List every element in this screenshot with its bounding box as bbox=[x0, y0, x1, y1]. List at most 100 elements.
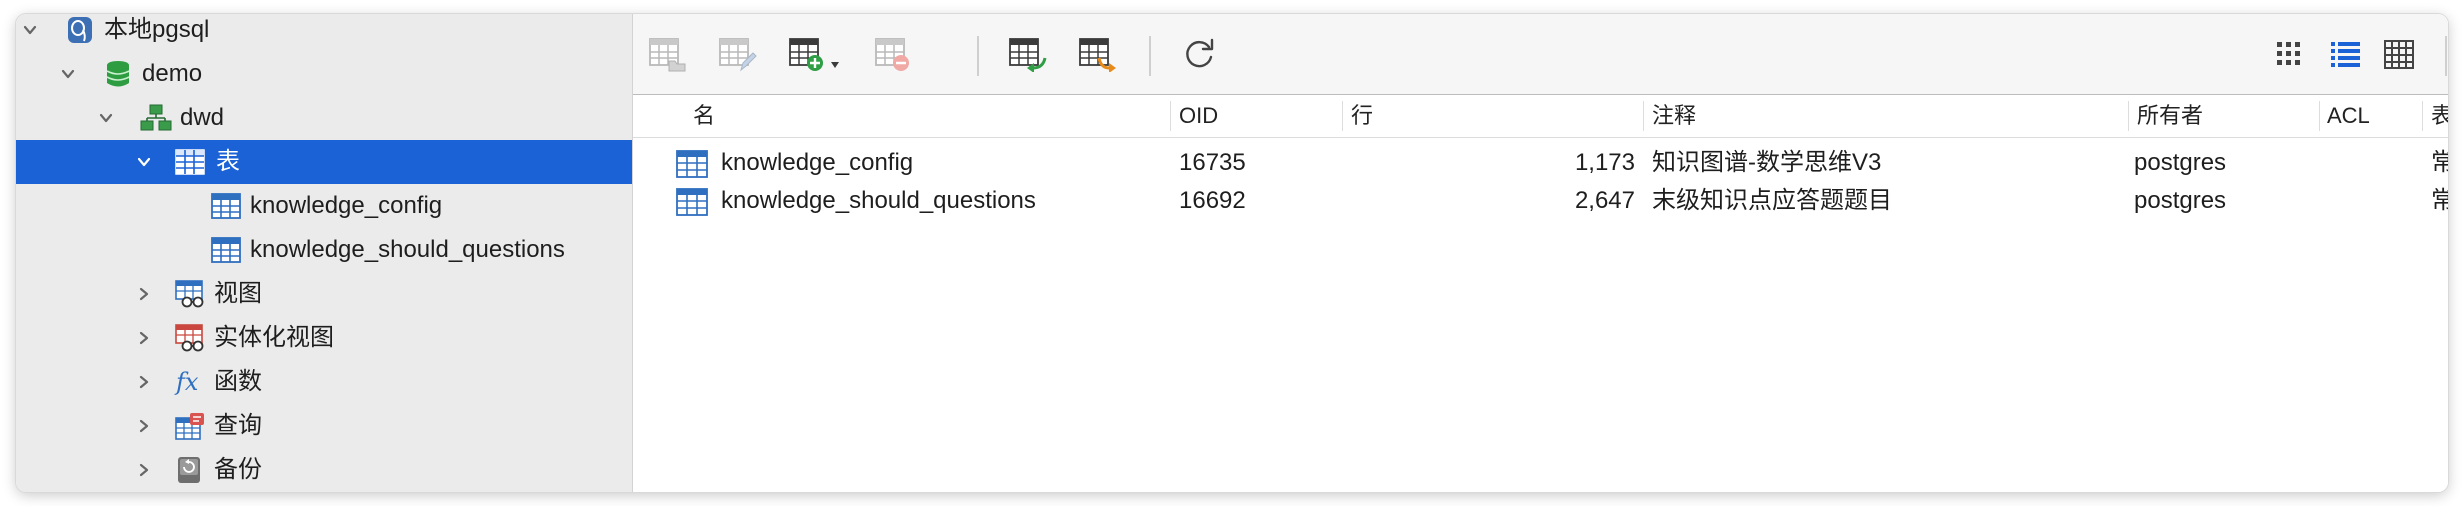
toolbar-separator bbox=[977, 36, 979, 76]
table-row[interactable]: knowledge_should_questions 16692 2,647 末… bbox=[633, 182, 2448, 220]
column-header-comment[interactable]: 注释 bbox=[1652, 95, 1696, 137]
cell-comment: 末级知识点应答题题目 bbox=[1652, 187, 1892, 214]
column-divider[interactable] bbox=[1643, 101, 1644, 131]
list-view-icon bbox=[2331, 42, 2360, 67]
views-group-label: 视图 bbox=[214, 280, 262, 307]
table-icon bbox=[210, 192, 242, 220]
chevron-down-icon[interactable] bbox=[21, 21, 39, 39]
tree-item-table[interactable]: knowledge_should_questions bbox=[16, 228, 632, 272]
table-icon bbox=[210, 236, 242, 264]
table-label: knowledge_config bbox=[250, 192, 443, 219]
table-label: knowledge_should_questions bbox=[250, 236, 565, 263]
tree-item-tables-group[interactable]: 表 bbox=[16, 140, 632, 184]
queries-group-label: 查询 bbox=[214, 412, 262, 439]
materialized-view-icon bbox=[174, 324, 206, 352]
design-table-icon bbox=[719, 38, 757, 72]
schema-label: dwd bbox=[180, 104, 225, 131]
chevron-right-icon[interactable] bbox=[135, 373, 153, 391]
query-icon bbox=[174, 412, 206, 440]
cell-tablespace: 常规 bbox=[2431, 187, 2448, 214]
cell-oid: 16735 bbox=[1179, 149, 1246, 176]
database-icon bbox=[102, 60, 134, 88]
cell-rows: 1,173 bbox=[1574, 149, 1635, 176]
tree-item-views-group[interactable]: 视图 bbox=[16, 272, 632, 316]
functions-group-label: 函数 bbox=[214, 368, 262, 395]
table-icon bbox=[675, 187, 709, 217]
schema-icon bbox=[140, 104, 172, 132]
cell-oid: 16692 bbox=[1179, 187, 1246, 214]
column-header-owner[interactable]: 所有者 bbox=[2137, 95, 2203, 137]
chevron-right-icon[interactable] bbox=[135, 329, 153, 347]
column-header-acl[interactable]: ACL bbox=[2327, 95, 2370, 137]
import-wizard-button[interactable] bbox=[1007, 36, 1047, 72]
tables-group-label: 表 bbox=[216, 148, 240, 175]
tree-item-schema[interactable]: dwd bbox=[16, 96, 632, 140]
cell-owner: postgres bbox=[2134, 187, 2227, 214]
toolbar-separator bbox=[1149, 36, 1151, 76]
new-table-button[interactable] bbox=[787, 36, 843, 72]
tree-item-backups-group[interactable]: 备份 bbox=[16, 448, 632, 492]
grid-view-button[interactable] bbox=[2269, 36, 2309, 72]
detail-view-button[interactable] bbox=[2379, 36, 2419, 72]
toolbar-separator bbox=[2445, 36, 2447, 76]
column-divider[interactable] bbox=[1342, 101, 1343, 131]
cell-owner: postgres bbox=[2134, 149, 2227, 176]
cell-acl bbox=[2327, 182, 2417, 220]
table-icon bbox=[675, 149, 709, 179]
design-table-button[interactable] bbox=[717, 36, 757, 72]
tree-item-connection[interactable]: 本地pgsql bbox=[16, 14, 632, 52]
chevron-right-icon[interactable] bbox=[135, 461, 153, 479]
chevron-down-icon[interactable] bbox=[97, 109, 115, 127]
backup-icon bbox=[174, 456, 206, 484]
table-icon bbox=[174, 148, 206, 176]
materialized-views-group-label: 实体化视图 bbox=[214, 324, 334, 351]
grid-view-icon bbox=[2277, 42, 2300, 65]
cell-comment: 知识图谱-数学思维V3 bbox=[1652, 149, 1882, 176]
app-window: 本地pgsql demo dwd 表 knowledge_config know… bbox=[16, 14, 2448, 492]
refresh-icon bbox=[1186, 38, 1214, 68]
connection-label: 本地pgsql bbox=[104, 16, 210, 43]
cell-name: knowledge_config bbox=[721, 149, 914, 176]
view-icon bbox=[174, 280, 206, 308]
column-divider[interactable] bbox=[2319, 101, 2320, 131]
table-row[interactable]: knowledge_config 16735 1,173 知识图谱-数学思维V3… bbox=[633, 144, 2448, 182]
delete-table-icon bbox=[875, 38, 909, 71]
new-table-icon bbox=[789, 38, 839, 71]
detail-view-icon bbox=[2384, 40, 2414, 69]
object-list-pane: 名 OID 行 注释 所有者 ACL 表空 knowledge_con bbox=[633, 14, 2448, 492]
export-wizard-button[interactable] bbox=[1077, 36, 1117, 72]
cell-rows: 2,647 bbox=[1574, 187, 1635, 214]
column-divider[interactable] bbox=[2128, 101, 2129, 131]
export-wizard-icon bbox=[1079, 38, 1116, 72]
tree-item-materialized-views-group[interactable]: 实体化视图 bbox=[16, 316, 632, 360]
object-toolbar bbox=[633, 14, 2448, 95]
chevron-down-icon[interactable] bbox=[135, 153, 153, 171]
table-header: 名 OID 行 注释 所有者 ACL 表空 bbox=[633, 95, 2448, 138]
object-tree-sidebar: 本地pgsql demo dwd 表 knowledge_config know… bbox=[16, 14, 633, 492]
chevron-down-icon[interactable] bbox=[59, 65, 77, 83]
chevron-right-icon[interactable] bbox=[135, 285, 153, 303]
cell-tablespace: 常规 bbox=[2431, 149, 2448, 176]
list-view-button[interactable] bbox=[2325, 36, 2365, 72]
delete-table-button[interactable] bbox=[873, 36, 913, 72]
column-header-tablespace[interactable]: 表空 bbox=[2431, 95, 2448, 137]
import-wizard-icon bbox=[1009, 38, 1047, 72]
column-header-rows[interactable]: 行 bbox=[1351, 95, 1373, 137]
refresh-button[interactable] bbox=[1179, 36, 1219, 72]
tree-item-database[interactable]: demo bbox=[16, 52, 632, 96]
cell-name: knowledge_should_questions bbox=[721, 187, 1036, 214]
column-divider[interactable] bbox=[2422, 101, 2423, 131]
tree-item-table[interactable]: knowledge_config bbox=[16, 184, 632, 228]
chevron-right-icon[interactable] bbox=[135, 417, 153, 435]
postgresql-elephant-icon bbox=[64, 16, 96, 44]
tree-item-functions-group[interactable]: fx 函数 bbox=[16, 360, 632, 404]
svg-text:fx: fx bbox=[174, 368, 199, 396]
column-header-name[interactable]: 名 bbox=[693, 95, 715, 137]
open-table-icon bbox=[649, 38, 686, 72]
tree-item-queries-group[interactable]: 查询 bbox=[16, 404, 632, 448]
column-divider[interactable] bbox=[1170, 101, 1171, 131]
column-header-oid[interactable]: OID bbox=[1179, 95, 1218, 137]
cell-acl bbox=[2327, 144, 2417, 182]
database-label: demo bbox=[142, 60, 203, 87]
open-table-button[interactable] bbox=[647, 36, 687, 72]
